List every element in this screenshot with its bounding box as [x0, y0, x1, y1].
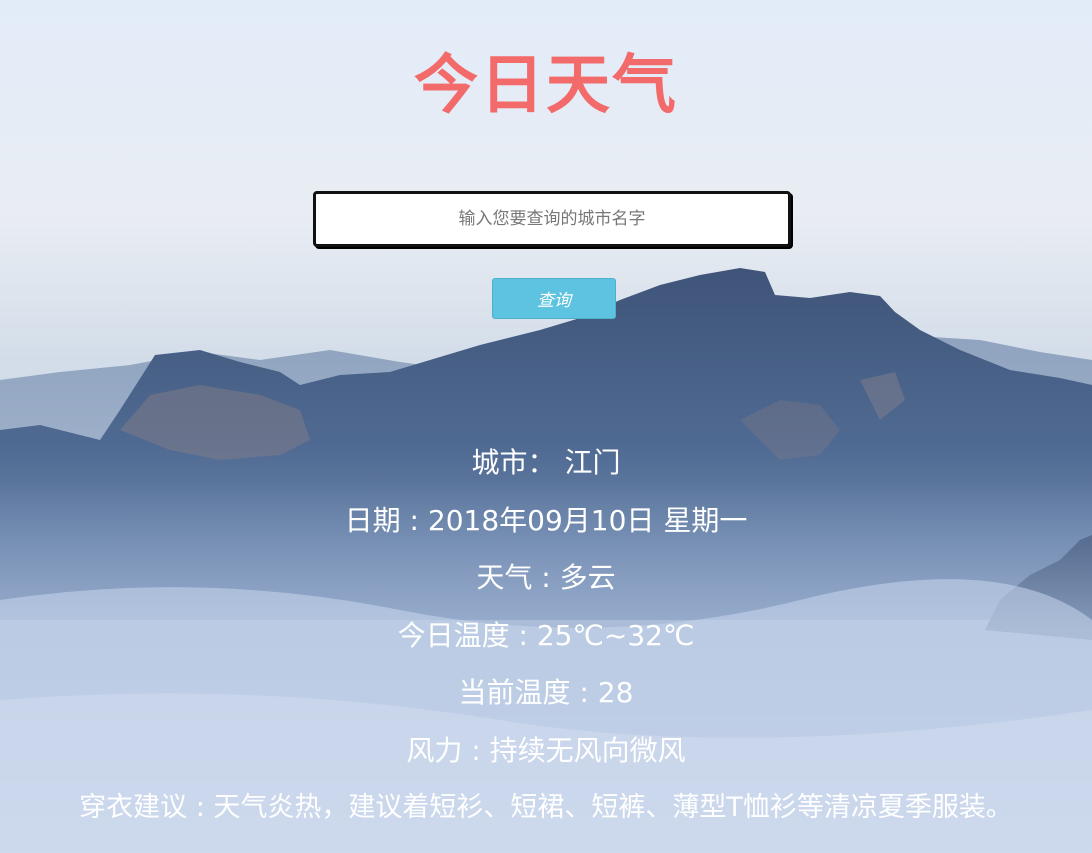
wind-value: 持续无风向微风: [489, 733, 686, 767]
date-row: 日期 : 2018年09月10日 星期一: [0, 498, 1092, 556]
city-label: 城市：: [471, 446, 556, 479]
current-temperature-value: 28: [597, 676, 634, 709]
clothing-advice-label: 穿衣建议 :: [79, 792, 214, 823]
weather-label: 天气 :: [476, 561, 560, 594]
current-temperature-label: 当前温度 :: [458, 676, 598, 709]
city-row: 城市： 江门: [0, 440, 1092, 498]
temperature-range-value: 25℃~32℃: [536, 618, 695, 652]
wind-row: 风力 : 持续无风向微风: [0, 728, 1092, 786]
current-temperature-row: 当前温度 : 28: [0, 670, 1092, 728]
date-value: 2018年09月10日 星期一: [427, 503, 748, 537]
page-title: 今日天气: [414, 49, 678, 123]
weather-row: 天气 : 多云: [0, 555, 1092, 613]
weather-value: 多云: [559, 561, 616, 594]
city-search-input[interactable]: [313, 191, 791, 247]
date-label: 日期 :: [344, 503, 428, 537]
city-value: 江门: [564, 446, 621, 479]
clothing-advice-row: 穿衣建议 : 天气炎热，建议着短衫、短裙、短裤、薄型T恤衫等清凉夏季服装。: [0, 785, 1092, 843]
query-button[interactable]: 查询: [492, 278, 616, 319]
clothing-advice-value: 天气炎热，建议着短衫、短裙、短裤、薄型T恤衫等清凉夏季服装。: [213, 792, 1013, 823]
temperature-range-row: 今日温度 : 25℃~32℃: [0, 613, 1092, 671]
temperature-range-label: 今日温度 :: [397, 618, 537, 652]
weather-info-panel: 城市： 江门 日期 : 2018年09月10日 星期一 天气 : 多云 今日温度…: [0, 440, 1092, 843]
wind-label: 风力 :: [406, 733, 490, 767]
